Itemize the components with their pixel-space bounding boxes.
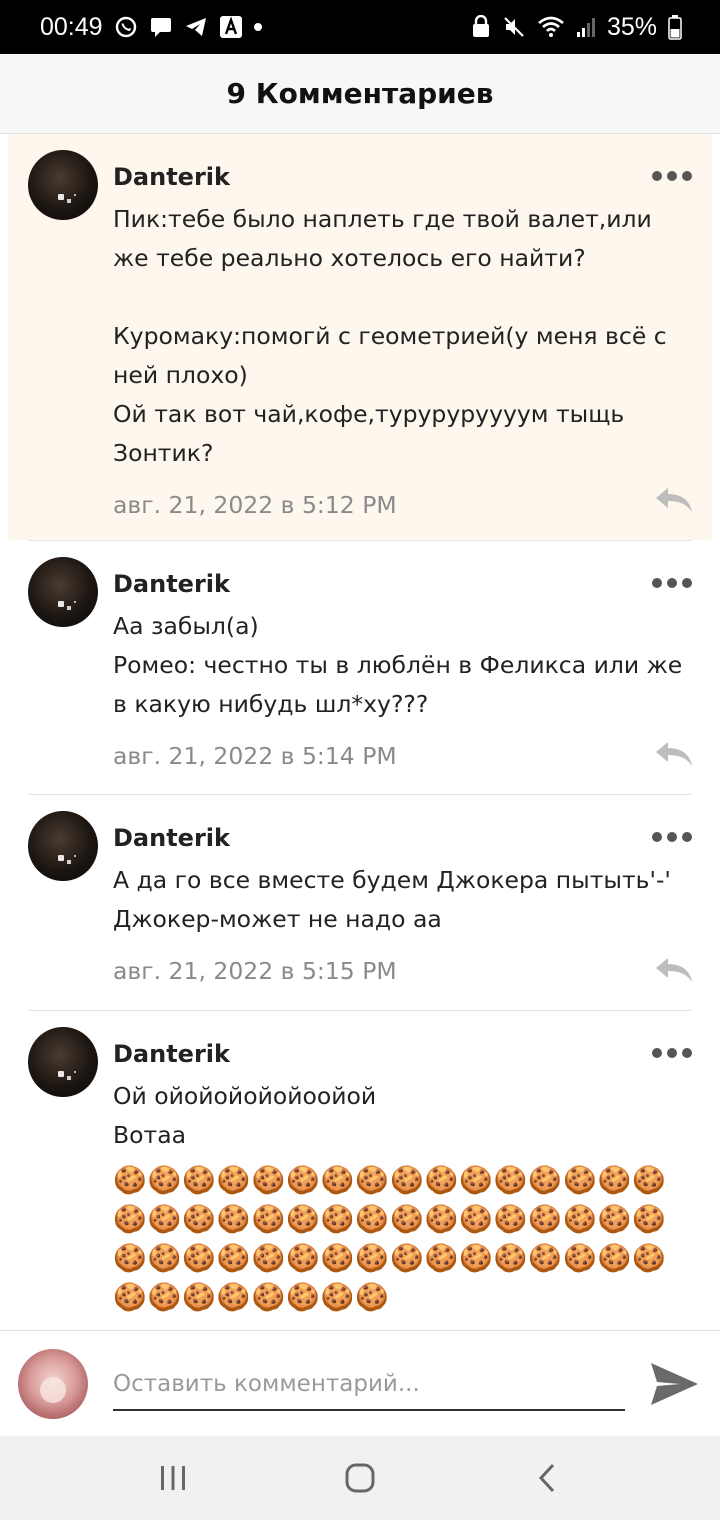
comment-author[interactable]: Danterik [113, 821, 696, 855]
more-dots-icon [652, 1048, 662, 1058]
comment-text: Пик:тебе было наплеть где твой валет,или… [113, 205, 667, 467]
comment-body: Danterik Пик:тебе было наплеть где твой … [113, 134, 712, 521]
more-options-button[interactable] [652, 168, 692, 184]
reply-arrow-icon[interactable] [654, 956, 694, 984]
system-nav-bar [0, 1436, 720, 1520]
more-dot [682, 171, 692, 181]
comment-text: А да го все вместе будем Джокера пытыть'… [113, 866, 671, 933]
avatar[interactable] [28, 811, 98, 881]
home-button[interactable] [330, 1448, 390, 1508]
more-dots-icon [652, 578, 662, 588]
comment-date: авг. 21, 2022 в 5:14 PM [113, 742, 397, 770]
comment-author[interactable]: Danterik [113, 567, 696, 601]
send-icon[interactable] [648, 1359, 700, 1409]
more-dot [667, 832, 677, 842]
comment-date: авг. 21, 2022 в 5:12 PM [113, 491, 397, 519]
more-dots-icon [652, 171, 662, 181]
avatar[interactable] [28, 557, 98, 627]
more-dot [682, 1048, 692, 1058]
notification-dot-icon [253, 23, 262, 31]
comments-list[interactable]: Danterik Пик:тебе было наплеть где твой … [0, 134, 720, 1330]
comment-body: Danterik Ой ойойойойойоойой Вотаа 🍪🍪🍪🍪🍪🍪… [113, 1011, 720, 1317]
comments-header: 9 Комментариев [0, 54, 720, 134]
telegram-icon [184, 16, 208, 38]
wifi-icon [537, 16, 565, 38]
comment-input[interactable] [113, 1359, 625, 1411]
more-options-button[interactable] [652, 829, 692, 845]
avatar[interactable] [28, 1027, 98, 1097]
reply-arrow-icon[interactable] [654, 740, 694, 768]
battery-percent: 35% [606, 12, 657, 41]
reply-arrow-icon[interactable] [654, 486, 694, 514]
more-dot [682, 578, 692, 588]
translate-app-icon [219, 15, 243, 39]
comment-body: Danterik А да го все вместе будем Джокер… [113, 795, 720, 987]
status-bar-right: 35% [471, 13, 682, 42]
back-icon [538, 1463, 554, 1493]
avatar[interactable] [28, 150, 98, 220]
status-bar-left: 00:49 [40, 13, 262, 42]
message-icon [149, 16, 173, 38]
recent-apps-icon [161, 1466, 186, 1490]
signal-icon [576, 16, 596, 38]
more-dot [667, 1048, 677, 1058]
mute-icon [502, 15, 526, 39]
more-dots-icon [652, 832, 662, 842]
comment-author[interactable]: Danterik [113, 160, 688, 194]
more-dot [667, 578, 677, 588]
battery-icon [668, 14, 682, 40]
comment-text: Аа забыл(а) Ромео: честно ты в люблён в … [113, 612, 683, 718]
more-options-button[interactable] [652, 575, 692, 591]
cookie-emoji-text: 🍪🍪🍪🍪🍪🍪🍪🍪🍪🍪🍪🍪🍪🍪🍪🍪🍪🍪🍪🍪🍪🍪🍪🍪🍪🍪🍪🍪🍪🍪🍪🍪🍪🍪🍪🍪🍪🍪🍪🍪… [113, 1165, 667, 1313]
page-title: 9 Комментариев [226, 77, 494, 110]
current-user-avatar[interactable] [18, 1349, 88, 1419]
home-icon [345, 1463, 375, 1493]
comment-body: Danterik Аа забыл(а) Ромео: честно ты в … [113, 541, 720, 772]
back-button[interactable] [517, 1448, 577, 1508]
comment-item[interactable]: Danterik Пик:тебе было наплеть где твой … [8, 134, 712, 540]
lock-icon [471, 15, 491, 39]
comment-item[interactable]: Danterik Ой ойойойойойоойой Вотаа 🍪🍪🍪🍪🍪🍪… [0, 1011, 720, 1330]
comment-text: Ой ойойойойойоойой Вотаа [113, 1082, 377, 1149]
comment-input-bar [0, 1330, 720, 1436]
comment-item[interactable]: Danterik А да го все вместе будем Джокер… [0, 795, 720, 1010]
status-time: 00:49 [40, 12, 103, 41]
whatsapp-icon [114, 15, 138, 39]
comment-item[interactable]: Danterik Аа забыл(а) Ромео: честно ты в … [0, 541, 720, 794]
more-options-button[interactable] [652, 1045, 692, 1061]
status-bar: 00:49 35% [0, 0, 720, 54]
more-dot [682, 832, 692, 842]
comment-date: авг. 21, 2022 в 5:15 PM [113, 957, 397, 985]
comment-author[interactable]: Danterik [113, 1037, 696, 1071]
more-dot [667, 171, 677, 181]
recent-apps-button[interactable] [143, 1448, 203, 1508]
